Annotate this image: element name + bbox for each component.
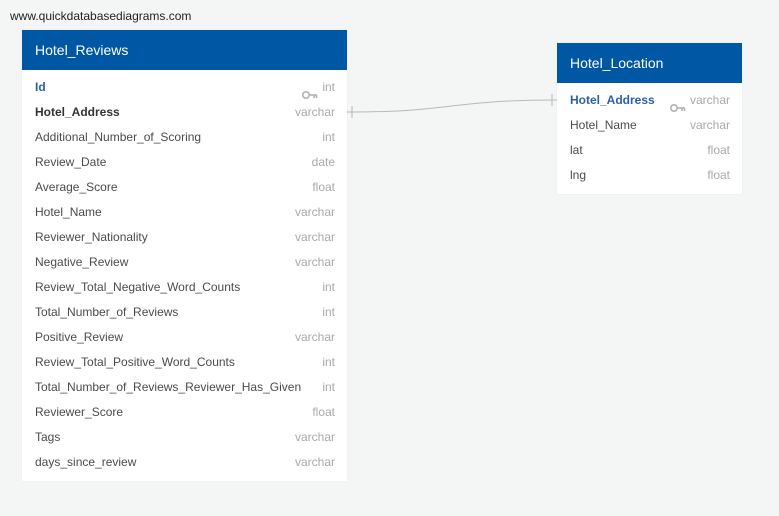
column-name: Total_Number_of_Reviews [35,305,179,319]
diagram-canvas[interactable]: www.quickdatabasediagrams.com Hotel_Revi… [0,0,779,516]
column-type: int [322,275,335,300]
table-title[interactable]: Hotel_Location [557,43,742,83]
column-type: int [302,75,335,100]
column-type-label: float [707,143,730,157]
column-row[interactable]: Positive_Review varchar [22,325,347,350]
column-type-label: varchar [294,330,335,344]
column-name: Hotel_Name [570,118,637,132]
column-name: Negative_Review [35,255,129,269]
column-name: lng [570,168,587,182]
column-type: varchar [295,250,335,275]
column-row[interactable]: days_since_review varchar [22,450,347,475]
column-name: lat [570,143,583,157]
column-row[interactable]: Hotel_Name varchar [22,200,347,225]
column-type: date [312,150,335,175]
column-row[interactable]: Total_Number_of_Reviews int [22,300,347,325]
column-row[interactable]: Total_Number_of_Reviews_Reviewer_Has_Giv… [22,375,347,400]
column-row[interactable]: lat float [557,138,742,163]
column-row[interactable]: Tags varchar [22,425,347,450]
table-hotel-location[interactable]: Hotel_Location Hotel_Address varchar Hotel… [557,43,742,194]
column-row[interactable]: Hotel_Address varchar [557,88,742,113]
column-row[interactable]: Review_Total_Positive_Word_Counts int [22,350,347,375]
column-type: varchar [295,425,335,450]
key-icon [302,83,318,99]
column-type: varchar [690,113,730,138]
column-name: days_since_review [35,455,137,469]
column-name: Review_Total_Positive_Word_Counts [35,355,235,369]
column-type: float [312,175,335,200]
table-hotel-reviews[interactable]: Hotel_Reviews Id int Hotel_Address varchar A… [22,30,347,481]
column-name: Reviewer_Nationality [35,230,148,244]
column-row[interactable]: Reviewer_Score float [22,400,347,425]
column-type-label: int [322,280,335,294]
column-type-label: varchar [689,93,730,107]
column-name: Hotel_Address [35,105,120,119]
column-type-label: varchar [294,205,335,219]
column-name: Tags [35,430,61,444]
column-list: Hotel_Address varchar Hotel_Name varchar lat… [557,83,742,194]
column-type: int [322,350,335,375]
column-type-label: int [322,80,335,94]
column-row[interactable]: Id int [22,75,347,100]
column-list: Id int Hotel_Address varchar Additional_Numb… [22,70,347,481]
column-name: Positive_Review [35,330,124,344]
column-type: int [322,125,335,150]
column-row[interactable]: Review_Date date [22,150,347,175]
column-type-label: varchar [294,230,335,244]
column-type-label: float [312,405,335,419]
column-row[interactable]: Review_Total_Negative_Word_Counts int [22,275,347,300]
column-row[interactable]: lng float [557,163,742,188]
column-row[interactable]: Average_Score float [22,175,347,200]
column-type-label: int [322,305,335,319]
column-type: int [322,375,335,400]
column-type: varchar [295,200,335,225]
column-type: float [312,400,335,425]
column-type-label: varchar [294,105,335,119]
column-type-label: int [322,380,335,394]
column-name: Review_Total_Negative_Word_Counts [35,280,241,294]
column-row[interactable]: Hotel_Address varchar [22,100,347,125]
column-name: Hotel_Name [35,205,102,219]
column-name: Hotel_Address [570,93,655,107]
column-type-label: float [707,168,730,182]
column-row[interactable]: Hotel_Name varchar [557,113,742,138]
column-type-label: varchar [294,255,335,269]
column-type-label: varchar [294,430,335,444]
column-type: float [707,138,730,163]
column-type: varchar [295,225,335,250]
key-icon [669,96,686,112]
column-name: Review_Date [35,155,107,169]
column-type-label: varchar [689,118,730,132]
column-name: Additional_Number_of_Scoring [35,130,202,144]
column-type-label: int [322,355,335,369]
column-name: Total_Number_of_Reviews_Reviewer_Has_Giv… [35,380,302,394]
column-type: varchar [295,325,335,350]
column-type: float [707,163,730,188]
column-type-label: float [312,180,335,194]
column-name: Reviewer_Score [35,405,124,419]
table-title[interactable]: Hotel_Reviews [22,30,347,70]
column-row[interactable]: Reviewer_Nationality varchar [22,225,347,250]
column-type-label: int [322,130,335,144]
column-type-label: date [311,155,335,169]
column-row[interactable]: Negative_Review varchar [22,250,347,275]
column-type: varchar [295,450,335,475]
column-name: Average_Score [35,180,118,194]
column-name: Id [35,80,46,94]
column-row[interactable]: Additional_Number_of_Scoring int [22,125,347,150]
column-type-label: varchar [294,455,335,469]
column-type: varchar [669,88,730,113]
column-type: int [322,300,335,325]
column-type: varchar [295,100,335,125]
